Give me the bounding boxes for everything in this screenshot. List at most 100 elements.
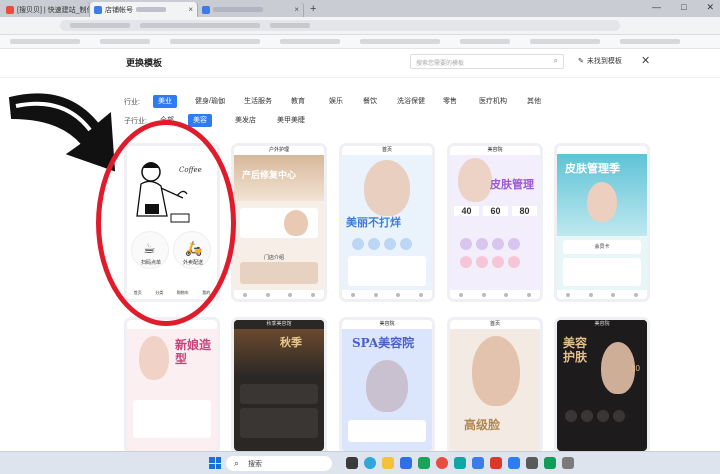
template-card-bridal[interactable]: 新娘造型 [127, 320, 217, 451]
service-icons-2 [460, 256, 520, 268]
tab-label: [搜贝贝] | 快速建站_制作小程序 [17, 6, 89, 14]
card-number: 30 [631, 364, 640, 373]
card-title: SPA美容院 [352, 336, 415, 350]
tab-label: 店铺帐号 [105, 6, 133, 14]
product-list [348, 256, 426, 286]
app-icon[interactable] [562, 457, 574, 469]
template-card-skincare-dark[interactable]: 美容院 美容护肤 30 [557, 320, 647, 451]
site-favicon-icon [202, 5, 210, 14]
close-modal-button[interactable]: ✕ [641, 54, 650, 67]
info-panel [240, 384, 318, 404]
card-title: 美容护肤 [563, 336, 588, 364]
app-icon[interactable] [526, 457, 538, 469]
card-header: 户外护理 [234, 146, 324, 155]
model-image [366, 360, 408, 412]
model-image [139, 336, 169, 380]
browser-tab-3[interactable]: × [198, 2, 304, 17]
window-controls: — □ ✕ [652, 2, 714, 13]
template-card-premium[interactable]: 首页 高级脸 [450, 320, 540, 451]
sub-chip-nail[interactable]: 美甲美睫 [272, 114, 310, 127]
close-tab-icon[interactable]: × [294, 5, 299, 14]
app-icon[interactable] [472, 457, 484, 469]
new-tab-button[interactable]: + [304, 2, 322, 17]
url-field[interactable] [60, 20, 620, 31]
site-favicon-icon [6, 5, 14, 14]
template-card-postpartum[interactable]: 户外护理 产后修复中心 门店介绍 [234, 146, 324, 299]
file-explorer-icon[interactable] [382, 457, 394, 469]
not-found-template-link[interactable]: ✎ 未找到模板 [578, 56, 622, 66]
service-icons [565, 410, 625, 422]
industry-chip-entertainment[interactable]: 娱乐 [324, 95, 348, 108]
template-card-spa[interactable]: 美容院 SPA美容院 [342, 320, 432, 451]
service-icons [352, 238, 412, 250]
close-window-button[interactable]: ✕ [706, 2, 714, 13]
browser-tab-1[interactable]: [搜贝贝] | 快速建站_制作小程序 × [2, 2, 90, 17]
industry-chip-life[interactable]: 生活服务 [239, 95, 277, 108]
card-title: 高级脸 [464, 418, 501, 432]
template-card-autumn[interactable]: 秋季美容馆 秋季 [234, 320, 324, 451]
stat-40: 40 [454, 206, 479, 216]
app-icon[interactable] [508, 457, 520, 469]
taskbar: ⌕ 搜索 [0, 451, 720, 474]
maximize-button[interactable]: □ [681, 2, 686, 13]
store-image [240, 262, 318, 284]
industry-chip-other[interactable]: 其他 [522, 95, 546, 108]
template-search-input[interactable]: 搜索您需要的模板 ⌕ [410, 54, 564, 69]
search-icon[interactable]: ⌕ [554, 56, 558, 66]
model-image [472, 336, 520, 406]
app-icon[interactable] [418, 457, 430, 469]
blurred-text [213, 7, 263, 12]
industry-chip-medical[interactable]: 医疗机构 [474, 95, 512, 108]
service-icons [460, 238, 520, 250]
card-tabbar [342, 290, 432, 299]
edit-icon: ✎ [578, 58, 584, 65]
close-tab-icon[interactable]: × [188, 5, 193, 14]
industry-chip-beauty[interactable]: 美业 [153, 95, 177, 108]
template-card-skincare[interactable]: 美容院 皮肤管理 40 60 80 [450, 146, 540, 299]
card-title: 秋季 [280, 336, 302, 349]
card-header: 美容院 [450, 146, 540, 155]
edge-browser-icon[interactable] [364, 457, 376, 469]
windows-start-icon[interactable] [209, 457, 221, 469]
template-card-beauty[interactable]: 首页 美丽不打烊 [342, 146, 432, 299]
industry-chip-food[interactable]: 餐饮 [358, 95, 382, 108]
card-title: 皮肤管理季 [565, 162, 620, 175]
app-icon[interactable] [454, 457, 466, 469]
card-tabbar [234, 290, 324, 299]
card-header: 美容院 [342, 320, 432, 329]
minimize-button[interactable]: — [652, 2, 661, 13]
industry-chip-retail[interactable]: 零售 [438, 95, 462, 108]
sub-chip-hair[interactable]: 美发店 [230, 114, 261, 127]
wps-icon[interactable] [490, 457, 502, 469]
modal-title: 更换模板 [126, 58, 163, 68]
not-found-label: 未找到模板 [586, 58, 622, 65]
chrome-icon[interactable] [436, 457, 448, 469]
industry-chip-education[interactable]: 教育 [286, 95, 310, 108]
site-favicon-icon [94, 5, 102, 14]
browser-tab-2[interactable]: 店铺帐号 × [90, 2, 198, 17]
search-icon: ⌕ [234, 458, 240, 468]
app-icon[interactable] [400, 457, 412, 469]
industry-chip-fitness[interactable]: 健身/瑜伽 [190, 95, 230, 108]
card-header: 首页 [450, 320, 540, 329]
taskbar-search[interactable]: ⌕ 搜索 [226, 456, 332, 471]
model-image [601, 342, 635, 394]
card-header: 美容院 [557, 320, 647, 329]
info-panel [348, 420, 426, 442]
card-title: 皮肤管理 [490, 178, 534, 191]
card-subtitle: 门店介绍 [264, 255, 285, 261]
browser-tab-bar: [搜贝贝] | 快速建站_制作小程序 × 店铺帐号 × × + — □ ✕ [0, 0, 720, 17]
taskbar-search-label: 搜索 [248, 461, 262, 468]
industry-chip-bath[interactable]: 洗浴保健 [392, 95, 430, 108]
template-card-skin-season[interactable]: 皮肤管理季 会员卡 [557, 146, 647, 299]
task-view-icon[interactable] [346, 457, 358, 469]
sub-chip-salon[interactable]: 美容 [188, 114, 212, 127]
card-header: 秋季美容馆 [234, 320, 324, 329]
card-title: 产后修复中心 [242, 171, 297, 181]
bookmarks-bar [0, 35, 720, 49]
card-tabbar [557, 290, 647, 299]
blurred-text [136, 7, 166, 12]
app-icon[interactable] [544, 457, 556, 469]
model-image [364, 160, 410, 216]
header-divider [0, 77, 720, 78]
